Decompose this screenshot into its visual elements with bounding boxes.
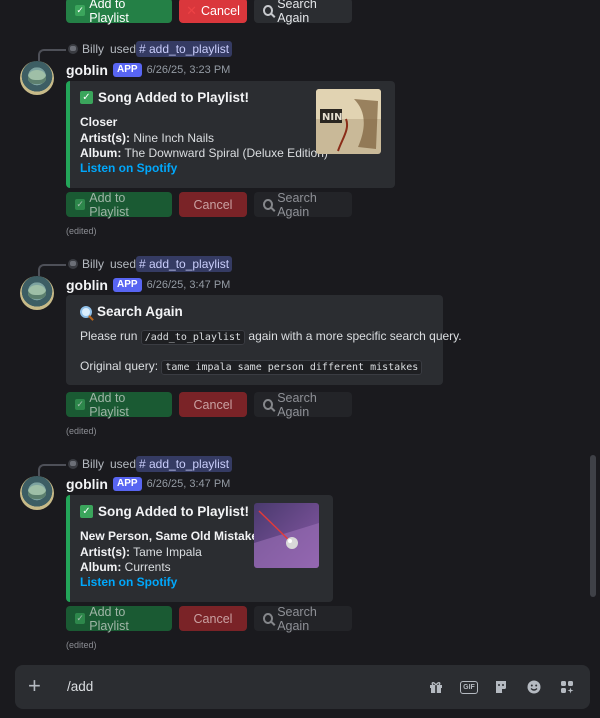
avatar[interactable] [20, 61, 54, 95]
reply-line [38, 464, 66, 476]
reply-used-text: used [110, 42, 137, 56]
inline-code: /add_to_playlist [140, 330, 246, 345]
reply-line [38, 264, 66, 276]
inline-code: tame impala same person different mistak… [161, 360, 423, 375]
reply-username[interactable]: Billy [82, 457, 104, 471]
button-row: ✓ Add to Playlist Cancel Search Again [66, 191, 352, 219]
search-again-button[interactable]: Search Again [254, 605, 352, 633]
album-line: Album: Currents [80, 560, 171, 574]
magnifier-icon [263, 613, 274, 624]
check-mark-icon: ✓ [80, 91, 93, 104]
author-name[interactable]: goblin [66, 62, 108, 78]
message-header: goblin APP 6/26/25, 3:47 PM [66, 475, 230, 493]
album-line: Album: The Downward Spiral (Deluxe Editi… [80, 146, 328, 160]
timestamp[interactable]: 6/26/25, 3:47 PM [147, 478, 231, 490]
add-to-playlist-button[interactable]: ✓ Add to Playlist [66, 391, 172, 419]
search-again-button[interactable]: Search Again [254, 191, 352, 219]
search-again-button[interactable]: Search Again [254, 0, 352, 25]
instruction-line: Please run /add_to_playlist again with a… [80, 329, 462, 345]
add-to-playlist-button[interactable]: ✓ Add to Playlist [66, 0, 172, 25]
app-badge: APP [113, 278, 142, 292]
button-row: ✓ Add to Playlist Cancel Search Again [66, 605, 352, 633]
reply-username[interactable]: Billy [82, 42, 104, 56]
album-art-thumbnail[interactable] [254, 503, 319, 568]
message-header: goblin APP 6/26/25, 3:47 PM [66, 276, 230, 294]
author-name[interactable]: goblin [66, 476, 108, 492]
spotify-link[interactable]: Listen on Spotify [80, 161, 177, 175]
app-badge: APP [113, 63, 142, 77]
embed-title: Search Again [80, 304, 183, 319]
gif-icon[interactable]: GIF [460, 681, 478, 694]
reply-used-text: used [110, 457, 137, 471]
check-icon: ✓ [75, 613, 86, 624]
cancel-button[interactable]: ✕ Cancel [179, 0, 247, 23]
mini-avatar [68, 44, 78, 54]
magnifier-icon [263, 5, 274, 16]
check-icon: ✓ [75, 5, 86, 16]
reply-line [38, 49, 66, 61]
album-art-thumbnail[interactable]: NIN [316, 89, 381, 154]
embed-search-again: Search Again Please run /add_to_playlist… [66, 295, 462, 385]
magnifier-icon [263, 399, 274, 410]
command-mention[interactable]: # add_to_playlist [136, 256, 233, 272]
original-query-line: Original query: tame impala same person … [80, 359, 423, 375]
check-mark-icon: ✓ [80, 505, 93, 518]
magnifier-icon [80, 305, 92, 318]
artist-line: Artist(s): Tame Impala [80, 545, 202, 559]
cancel-button[interactable]: Cancel [179, 606, 247, 631]
mini-avatar [68, 259, 78, 269]
sticker-icon[interactable] [494, 680, 508, 694]
message-header: goblin APP 6/26/25, 3:23 PM [66, 61, 230, 79]
mini-avatar [68, 459, 78, 469]
cancel-button[interactable]: Cancel [179, 392, 247, 417]
message-input[interactable]: /add [67, 679, 93, 694]
embed-song-added: ✓ Song Added to Playlist! Closer Artist(… [66, 81, 395, 188]
apps-icon[interactable] [560, 680, 574, 694]
reply-username[interactable]: Billy [82, 257, 104, 271]
add-to-playlist-button[interactable]: ✓ Add to Playlist [66, 605, 172, 633]
command-mention[interactable]: # add_to_playlist [136, 456, 233, 472]
artist-line: Artist(s): Nine Inch Nails [80, 131, 215, 145]
app-badge: APP [113, 477, 142, 491]
embed-title: ✓ Song Added to Playlist! [80, 90, 249, 105]
song-title: New Person, Same Old Mistakes [80, 529, 265, 543]
x-icon: ✕ [186, 3, 197, 18]
gift-icon[interactable] [429, 680, 443, 694]
edited-label: (edited) [66, 426, 97, 436]
command-mention[interactable]: # add_to_playlist [136, 41, 233, 57]
reply-used-text: used [110, 257, 137, 271]
button-row: ✓ Add to Playlist Cancel Search Again [66, 391, 352, 419]
spotify-link[interactable]: Listen on Spotify [80, 575, 177, 589]
emoji-icon[interactable] [527, 680, 541, 694]
message-list: ✓ Add to Playlist ✕ Cancel Search Again … [0, 0, 600, 662]
add-to-playlist-button[interactable]: ✓ Add to Playlist [66, 191, 172, 219]
song-title: Closer [80, 115, 118, 129]
author-name[interactable]: goblin [66, 277, 108, 293]
timestamp[interactable]: 6/26/25, 3:23 PM [147, 64, 231, 76]
edited-label: (edited) [66, 640, 97, 650]
message-composer: + /add GIF [15, 665, 590, 709]
edited-label: (edited) [66, 226, 97, 236]
button-row-top: ✓ Add to Playlist ✕ Cancel Search Again [66, 0, 352, 25]
search-again-button[interactable]: Search Again [254, 391, 352, 419]
magnifier-icon [263, 199, 274, 210]
check-icon: ✓ [75, 199, 86, 210]
scrollbar-thumb[interactable] [590, 455, 596, 597]
avatar[interactable] [20, 276, 54, 310]
plus-icon[interactable]: + [28, 675, 41, 697]
timestamp[interactable]: 6/26/25, 3:47 PM [147, 279, 231, 291]
cancel-button[interactable]: Cancel [179, 192, 247, 217]
embed-song-added: ✓ Song Added to Playlist! New Person, Sa… [66, 495, 333, 602]
avatar[interactable] [20, 476, 54, 510]
svg-text:NIN: NIN [322, 112, 342, 123]
check-icon: ✓ [75, 399, 86, 410]
embed-title: ✓ Song Added to Playlist! [80, 504, 249, 519]
